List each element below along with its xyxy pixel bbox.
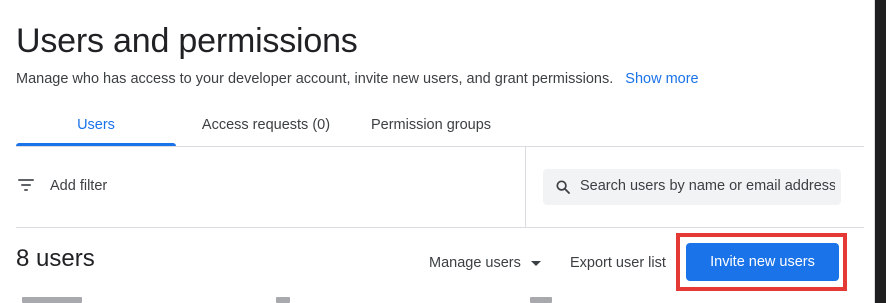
filter-list-icon[interactable]: [18, 179, 34, 193]
table-column-header: [530, 297, 552, 303]
add-filter-button[interactable]: Add filter: [50, 178, 107, 194]
tab-users[interactable]: Users: [16, 105, 176, 146]
show-more-link[interactable]: Show more: [625, 71, 698, 87]
manage-users-label: Manage users: [429, 255, 521, 271]
window-edge: [875, 0, 886, 303]
manage-users-dropdown[interactable]: Manage users: [429, 255, 541, 271]
table-column-header: [22, 297, 82, 303]
filter-toolbar: Add filter Search users by name or email…: [16, 147, 864, 227]
search-placeholder: Search users by name or email address: [580, 178, 835, 194]
search-placeholder-text: Search users by name or email address: [580, 178, 835, 194]
toolbar-divider: [525, 147, 526, 227]
tab-access-requests[interactable]: Access requests (0): [176, 105, 356, 146]
dropdown-arrow-icon: [530, 260, 541, 266]
tab-permission-groups[interactable]: Permission groups: [346, 105, 516, 146]
table-column-header: [276, 297, 290, 303]
filter-divider: [16, 227, 864, 228]
tab-bar: Users Access requests (0) Permission gro…: [16, 105, 864, 146]
page-title: Users and permissions: [16, 22, 358, 60]
users-count: 8 users: [16, 245, 95, 272]
search-input[interactable]: Search users by name or email address: [543, 169, 841, 205]
page-description: Manage who has access to your developer …: [16, 71, 699, 87]
page-description-text: Manage who has access to your developer …: [16, 71, 614, 87]
invite-new-users-button[interactable]: Invite new users: [686, 243, 839, 281]
export-user-list-button[interactable]: Export user list: [570, 255, 666, 271]
search-icon: [556, 180, 570, 194]
